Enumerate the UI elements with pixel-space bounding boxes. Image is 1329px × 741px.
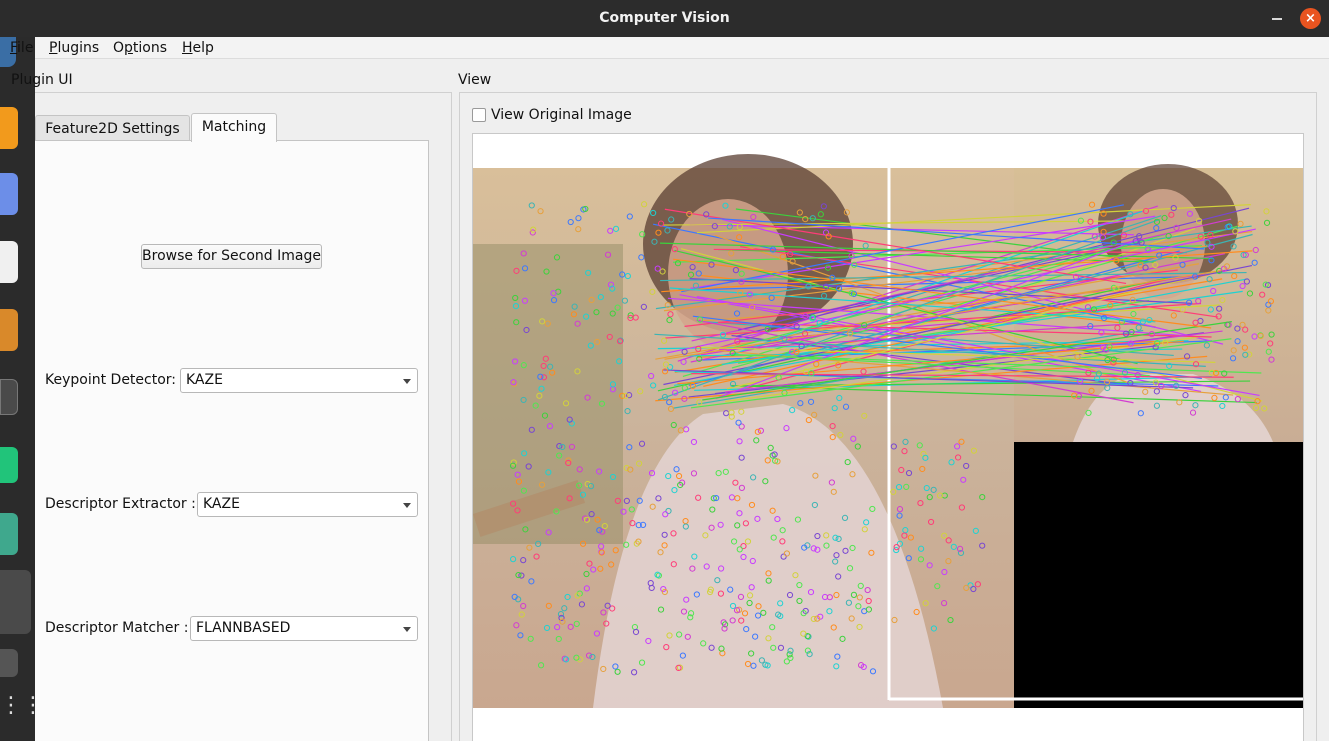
menu-plugins[interactable]: Plugins <box>49 40 99 56</box>
close-button[interactable]: × <box>1300 8 1321 29</box>
blank-app-icon[interactable] <box>0 570 31 634</box>
descriptor-extractor-select[interactable]: KAZE <box>197 492 418 517</box>
text-editor-icon[interactable] <box>0 241 18 283</box>
image-view[interactable] <box>472 133 1304 741</box>
menu-bar <box>35 37 1329 59</box>
plugin-ui-label: Plugin UI <box>11 72 73 88</box>
title-bar: Computer Vision × <box>0 0 1329 37</box>
browse-second-image-button[interactable]: Browse for Second Image <box>141 244 322 269</box>
chevron-down-icon <box>403 379 411 384</box>
descriptor-matcher-value: FLANNBASED <box>196 620 291 636</box>
menu-help[interactable]: Help <box>182 40 214 56</box>
application-dock: ⋮⋮ <box>0 37 44 741</box>
tab-matching[interactable]: Matching <box>191 113 277 142</box>
terminal-icon[interactable] <box>0 309 18 351</box>
descriptor-extractor-label: Descriptor Extractor : <box>45 496 196 512</box>
sublime-icon[interactable] <box>0 107 18 149</box>
descriptor-extractor-value: KAZE <box>203 496 240 512</box>
show-apps-icon[interactable]: ⋮⋮ <box>0 689 44 723</box>
black-padding <box>1014 442 1303 708</box>
keypoint-detector-select[interactable]: KAZE <box>180 368 418 393</box>
pycharm-icon[interactable] <box>0 447 18 483</box>
view-original-label[interactable]: View Original Image <box>491 107 632 123</box>
chevron-down-icon <box>403 503 411 508</box>
feature-match-image <box>473 154 1303 708</box>
menu-file[interactable]: File <box>10 40 33 56</box>
descriptor-matcher-select[interactable]: FLANNBASED <box>190 616 418 641</box>
menu-options[interactable]: Options <box>113 40 167 56</box>
tab-feature2d-settings[interactable]: Feature2D Settings <box>35 115 190 143</box>
window-title: Computer Vision <box>599 10 730 26</box>
keypoint-detector-label: Keypoint Detector: <box>45 372 177 388</box>
chevron-down-icon <box>403 627 411 632</box>
minimize-icon[interactable] <box>1272 18 1282 20</box>
bluetooth-icon[interactable] <box>0 173 18 215</box>
disk-icon[interactable] <box>0 379 18 415</box>
keypoint-detector-value: KAZE <box>186 372 223 388</box>
view-original-checkbox[interactable] <box>472 108 486 122</box>
stack-icon[interactable] <box>0 513 18 555</box>
descriptor-matcher-label: Descriptor Matcher : <box>45 620 189 636</box>
usb-drive-icon[interactable] <box>0 649 18 677</box>
matching-tab-pane <box>35 140 429 741</box>
view-label: View <box>458 72 492 88</box>
